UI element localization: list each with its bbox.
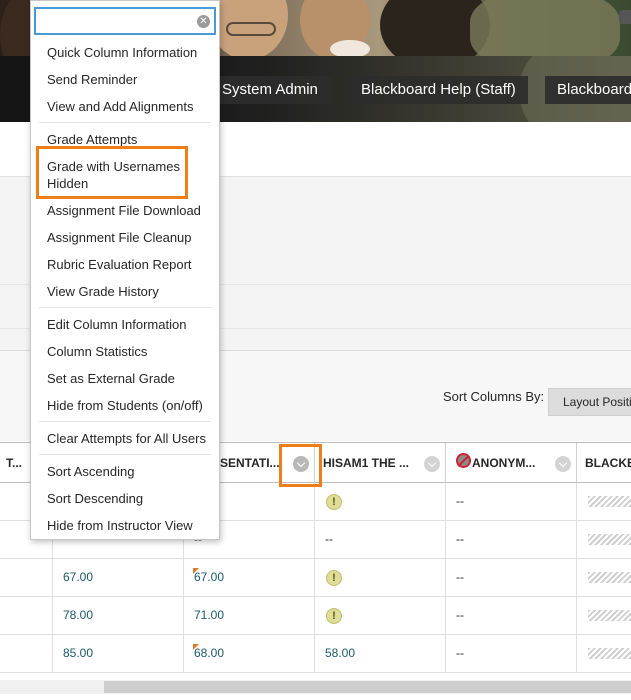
horizontal-scrollbar[interactable] — [0, 680, 631, 694]
menu-item-hide-from-instructor-view[interactable]: Hide from Instructor View — [47, 517, 193, 534]
menu-item-quick-column-information[interactable]: Quick Column Information — [47, 44, 197, 61]
grade-cell[interactable]: 68.00 — [184, 635, 315, 672]
menu-separator — [39, 421, 211, 422]
grade-cell[interactable]: ! — [315, 483, 446, 520]
column-header-blackboard[interactable]: BLACKB — [577, 443, 631, 483]
menu-item-view-and-add-alignments[interactable]: View and Add Alignments — [47, 98, 193, 115]
grade-cell[interactable]: -- — [315, 521, 446, 558]
grade-cell[interactable] — [577, 521, 631, 558]
grade-cell[interactable]: 78.00 — [53, 597, 184, 634]
table-row: 67.00 67.00 ! -- — [0, 559, 631, 597]
highlight-box-column-menu — [279, 444, 322, 487]
menu-item-set-as-external-grade[interactable]: Set as External Grade — [47, 370, 175, 387]
menu-item-sort-ascending[interactable]: Sort Ascending — [47, 463, 134, 480]
grade-cell[interactable] — [577, 635, 631, 672]
column-header-anonymous[interactable]: ANONYM... — [446, 443, 577, 483]
grade-cell[interactable]: 71.00 — [184, 597, 315, 634]
grade-cell[interactable] — [0, 597, 53, 634]
menu-item-rubric-evaluation-report[interactable]: Rubric Evaluation Report — [47, 256, 192, 273]
sort-columns-select[interactable]: Layout Position — [548, 388, 631, 416]
menu-item-hide-from-students[interactable]: Hide from Students (on/off) — [47, 397, 203, 414]
grade-cell[interactable]: -- — [446, 559, 577, 596]
chevron-down-icon[interactable] — [424, 456, 440, 472]
menu-separator — [39, 122, 211, 123]
grade-cell[interactable]: -- — [446, 597, 577, 634]
chevron-down-icon[interactable] — [555, 456, 571, 472]
grade-cell[interactable]: -- — [446, 521, 577, 558]
exclamation-icon: ! — [326, 608, 342, 624]
menu-separator — [39, 307, 211, 308]
table-row: 78.00 71.00 ! -- — [0, 597, 631, 635]
grade-cell[interactable]: ! — [315, 559, 446, 596]
table-row: 85.00 68.00 58.00 -- — [0, 635, 631, 673]
exclamation-icon: ! — [326, 570, 342, 586]
tab-blackboard[interactable]: Blackboard — [545, 76, 631, 104]
column-header-title: BLACKB — [585, 456, 631, 470]
banner-corner-button[interactable] — [619, 10, 631, 24]
clear-icon[interactable]: ✕ — [197, 15, 210, 28]
grade-cell[interactable]: -- — [446, 635, 577, 672]
column-context-menu: ✕ Quick Column Information Send Reminder… — [30, 0, 220, 540]
menu-separator — [39, 454, 211, 455]
menu-item-column-statistics[interactable]: Column Statistics — [47, 343, 147, 360]
column-header-title: HISAM1 THE ... — [323, 456, 410, 470]
grade-cell[interactable]: -- — [446, 483, 577, 520]
menu-item-clear-attempts-for-all-users[interactable]: Clear Attempts for All Users — [47, 430, 206, 447]
grade-cell[interactable]: 67.00 — [53, 559, 184, 596]
menu-item-send-reminder[interactable]: Send Reminder — [47, 71, 137, 88]
menu-search-input[interactable]: ✕ — [34, 7, 216, 35]
exclamation-icon: ! — [326, 494, 342, 510]
grade-cell[interactable]: 85.00 — [53, 635, 184, 672]
menu-item-assignment-file-cleanup[interactable]: Assignment File Cleanup — [47, 229, 192, 246]
tab-system-admin[interactable]: System Admin — [210, 76, 330, 104]
menu-item-assignment-file-download[interactable]: Assignment File Download — [47, 202, 201, 219]
override-flag-icon — [193, 568, 199, 574]
menu-item-edit-column-information[interactable]: Edit Column Information — [47, 316, 186, 333]
scrollbar-thumb[interactable] — [104, 681, 631, 693]
grade-cell[interactable] — [0, 635, 53, 672]
grade-cell[interactable]: ! — [315, 597, 446, 634]
grade-cell[interactable] — [577, 597, 631, 634]
menu-item-sort-descending[interactable]: Sort Descending — [47, 490, 143, 507]
grade-cell[interactable]: 58.00 — [315, 635, 446, 672]
grade-cell[interactable]: 67.00 — [184, 559, 315, 596]
column-header-title: T... — [6, 456, 23, 470]
sort-columns-label: Sort Columns By: — [443, 389, 545, 404]
override-flag-icon — [193, 644, 199, 650]
column-header-hisam1[interactable]: HISAM1 THE ... — [315, 443, 446, 483]
no-entry-icon — [456, 453, 471, 468]
grade-cell[interactable] — [577, 483, 631, 520]
menu-item-view-grade-history[interactable]: View Grade History — [47, 283, 159, 300]
tab-blackboard-help-staff[interactable]: Blackboard Help (Staff) — [349, 76, 528, 104]
grade-cell[interactable] — [0, 559, 53, 596]
grade-cell[interactable] — [577, 559, 631, 596]
highlight-box-grade-with-usernames-hidden — [36, 146, 188, 199]
